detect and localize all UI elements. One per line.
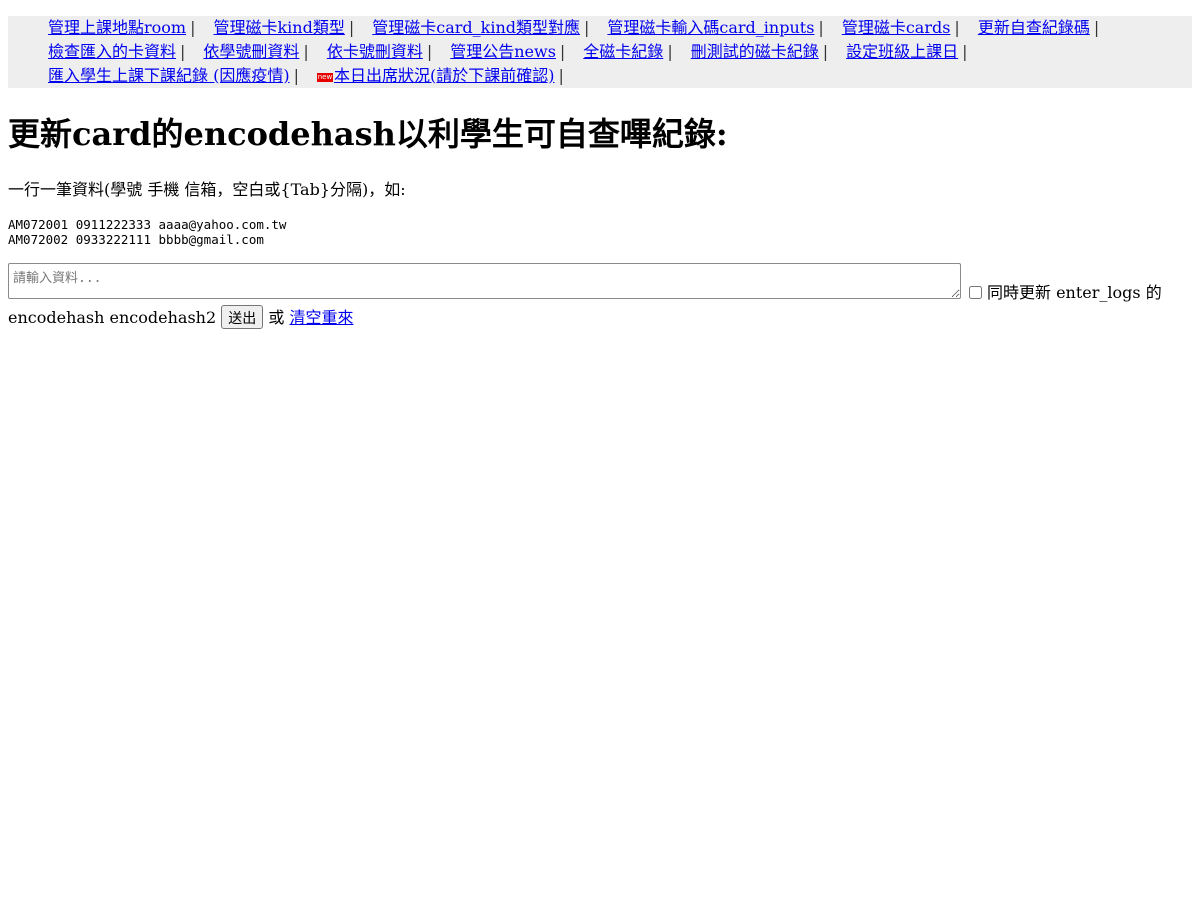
nav-separator: | bbox=[584, 18, 590, 37]
nav-separator: | bbox=[822, 42, 829, 61]
data-input-textarea[interactable] bbox=[8, 263, 961, 299]
or-text: 或 bbox=[268, 308, 285, 327]
nav-link-import-attendance[interactable]: 匯入學生上課下課紀錄 (因應疫情) bbox=[48, 66, 290, 85]
nav-link-manage-room[interactable]: 管理上課地點room bbox=[48, 18, 186, 37]
nav-separator: | bbox=[1093, 18, 1100, 37]
nav-link-today-attendance[interactable]: new 本日出席狀況(請於下課前確認) bbox=[316, 66, 555, 85]
nav-link-all-card-logs[interactable]: 全磁卡紀錄 bbox=[583, 42, 663, 61]
nav-separator: | bbox=[303, 42, 309, 61]
form-actions-line: encodehash encodehash2 送出 或 清空重來 bbox=[8, 305, 353, 330]
nav-separator: | bbox=[180, 42, 186, 61]
nav-link-manage-card-kind[interactable]: 管理磁卡card_kind類型對應 bbox=[372, 18, 580, 37]
submit-button[interactable]: 送出 bbox=[221, 305, 264, 329]
nav-link-manage-kind[interactable]: 管理磁卡kind類型 bbox=[213, 18, 344, 37]
nav-row-2: 檢查匯入的卡資料 | 依學號刪資料 | 依卡號刪資料 | 管理公告news | 全磁卡紀錄 | 刪測… bbox=[48, 40, 1192, 64]
page: 管理上課地點room | 管理磁卡kind類型 | 管理磁卡card_kind類型對應 |… bbox=[0, 0, 1200, 900]
nav-separator: | bbox=[962, 42, 968, 61]
nav-link-manage-cards[interactable]: 管理磁卡cards bbox=[842, 18, 951, 37]
nav-link-manage-news[interactable]: 管理公告news bbox=[450, 42, 556, 61]
nav-link-check-imported-cards[interactable]: 檢查匯入的卡資料 bbox=[48, 42, 176, 61]
admin-nav-bar: 管理上課地點room | 管理磁卡kind類型 | 管理磁卡card_kind類型對應 |… bbox=[8, 16, 1192, 88]
nav-link-set-class-days[interactable]: 設定班級上課日 bbox=[846, 42, 958, 61]
update-enter-logs-label-cont: encodehash encodehash2 bbox=[8, 308, 217, 327]
example-block: AM072001 0911222333 aaaa@yahoo.com.tw AM… bbox=[8, 217, 286, 247]
nav-separator: | bbox=[559, 42, 566, 61]
nav-link-update-self-check-code[interactable]: 更新自查紀錄碼 bbox=[978, 18, 1090, 37]
nav-link-delete-by-student-id[interactable]: 依學號刪資料 bbox=[203, 42, 299, 61]
nav-separator: | bbox=[348, 18, 355, 37]
nav-row-3: 匯入學生上課下課紀錄 (因應疫情) | new 本日出席狀況(請於下課前確認) | bbox=[48, 64, 1192, 88]
update-enter-logs-label: 同時更新 enter_logs 的 bbox=[987, 283, 1162, 302]
example-line: AM072001 0911222333 aaaa@yahoo.com.tw bbox=[8, 217, 287, 232]
nav-row-1: 管理上課地點room | 管理磁卡kind類型 | 管理磁卡card_kind類型對應 |… bbox=[48, 16, 1192, 40]
example-line: AM072002 0933222111 bbbb@gmail.com bbox=[8, 232, 264, 247]
page-title: 更新card的encodehash以利學生可自查嗶紀錄: bbox=[8, 115, 728, 153]
reset-link[interactable]: 清空重來 bbox=[289, 308, 353, 327]
nav-separator: | bbox=[293, 66, 299, 85]
nav-separator: | bbox=[558, 66, 564, 85]
nav-separator: | bbox=[190, 18, 196, 37]
nav-separator: | bbox=[818, 18, 824, 37]
nav-link-delete-test-logs[interactable]: 刪測試的磁卡紀錄 bbox=[691, 42, 819, 61]
update-enter-logs-checkbox[interactable] bbox=[969, 286, 982, 299]
nav-link-delete-by-card-number[interactable]: 依卡號刪資料 bbox=[327, 42, 423, 61]
update-enter-logs-option: 同時更新 enter_logs 的 bbox=[968, 283, 1162, 303]
nav-separator: | bbox=[667, 42, 673, 61]
new-badge-icon: new bbox=[316, 73, 333, 82]
nav-link-manage-card-inputs[interactable]: 管理磁卡輸入碼card_inputs bbox=[607, 18, 814, 37]
instruction-text: 一行一筆資料(學號 手機 信箱，空白或{Tab}分隔)，如: bbox=[8, 180, 406, 199]
nav-link-today-attendance-label: 本日出席狀況(請於下課前確認) bbox=[333, 66, 555, 85]
nav-separator: | bbox=[954, 18, 960, 37]
nav-separator: | bbox=[426, 42, 433, 61]
